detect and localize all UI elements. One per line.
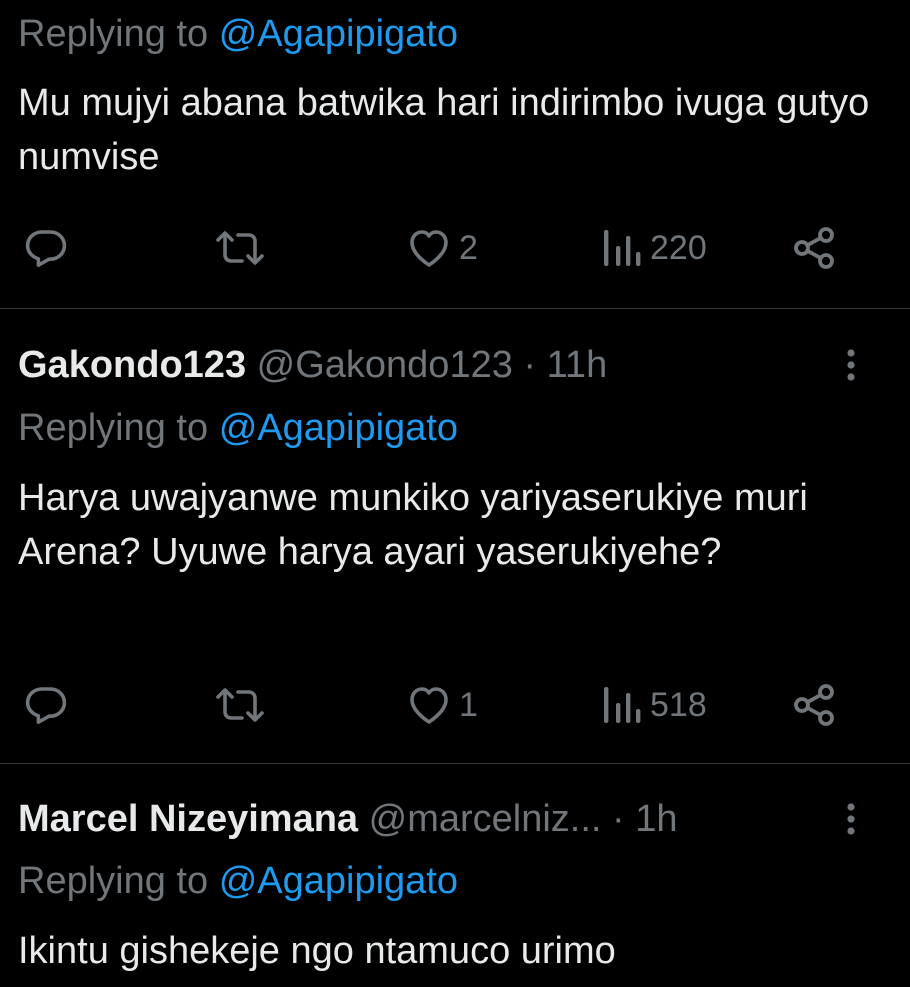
replying-handle-link[interactable]: @Agapipigato — [219, 13, 458, 55]
repost-button[interactable] — [214, 223, 266, 273]
views-icon — [600, 224, 644, 272]
replying-to-line: Replying to @Agapipigato — [18, 859, 458, 903]
views-button[interactable]: 518 — [600, 680, 707, 730]
tweet-2[interactable]: Gakondo123 @Gakondo123 · 11h Replying to… — [0, 309, 910, 763]
more-button[interactable] — [836, 797, 866, 841]
tweet-1[interactable]: Replying to @Agapipigato Mu mujyi abana … — [0, 0, 910, 308]
replying-prefix: Replying to — [18, 13, 209, 55]
like-button[interactable]: 1 — [405, 680, 478, 730]
replying-prefix: Replying to — [18, 407, 209, 449]
heart-icon — [405, 681, 453, 729]
reply-icon — [22, 681, 70, 729]
more-icon — [836, 349, 866, 391]
author-name[interactable]: Gakondo123 — [18, 344, 246, 386]
tweet-actions: 1 518 — [0, 680, 910, 730]
share-button[interactable] — [790, 223, 838, 273]
reply-icon — [22, 224, 70, 272]
share-icon — [790, 224, 838, 272]
like-button[interactable]: 2 — [405, 223, 478, 273]
more-icon — [836, 803, 866, 845]
repost-button[interactable] — [214, 680, 266, 730]
author-handle[interactable]: @Gakondo123 — [257, 344, 513, 386]
heart-icon — [405, 224, 453, 272]
reply-button[interactable] — [22, 223, 70, 273]
replying-to-line: Replying to @Agapipigato — [18, 12, 458, 56]
tweet-text: Harya uwajyanwe munkiko yariyaserukiye m… — [18, 477, 808, 573]
author-handle[interactable]: @marcelniz... — [369, 798, 602, 840]
tweet-text: Ikintu gishekeje ngo ntamuco urimo — [18, 930, 616, 972]
share-icon — [790, 681, 838, 729]
reply-button[interactable] — [22, 680, 70, 730]
replying-to-line: Replying to @Agapipigato — [18, 406, 458, 450]
tweet-time[interactable]: · 1h — [612, 798, 677, 840]
replying-handle-link[interactable]: @Agapipigato — [219, 407, 458, 449]
tweet-time[interactable]: · 11h — [523, 344, 607, 386]
share-button[interactable] — [790, 680, 838, 730]
more-button[interactable] — [836, 343, 866, 387]
like-count: 1 — [459, 685, 478, 724]
views-button[interactable]: 220 — [600, 223, 707, 273]
tweet-header: Marcel Nizeyimana @marcelniz... · 1h — [18, 797, 678, 841]
tweet-text: Mu mujyi abana batwika hari indirimbo iv… — [18, 82, 870, 178]
tweet-actions: 2 220 — [0, 223, 910, 273]
replying-handle-link[interactable]: @Agapipigato — [219, 860, 458, 902]
repost-icon — [214, 224, 266, 272]
replying-prefix: Replying to — [18, 860, 209, 902]
author-name[interactable]: Marcel Nizeyimana — [18, 798, 358, 840]
views-count: 518 — [650, 685, 707, 724]
repost-icon — [214, 681, 266, 729]
tweet-header: Gakondo123 @Gakondo123 · 11h — [18, 343, 607, 387]
views-icon — [600, 681, 644, 729]
views-count: 220 — [650, 228, 707, 267]
like-count: 2 — [459, 228, 478, 267]
tweet-3[interactable]: Marcel Nizeyimana @marcelniz... · 1h Rep… — [0, 764, 910, 987]
